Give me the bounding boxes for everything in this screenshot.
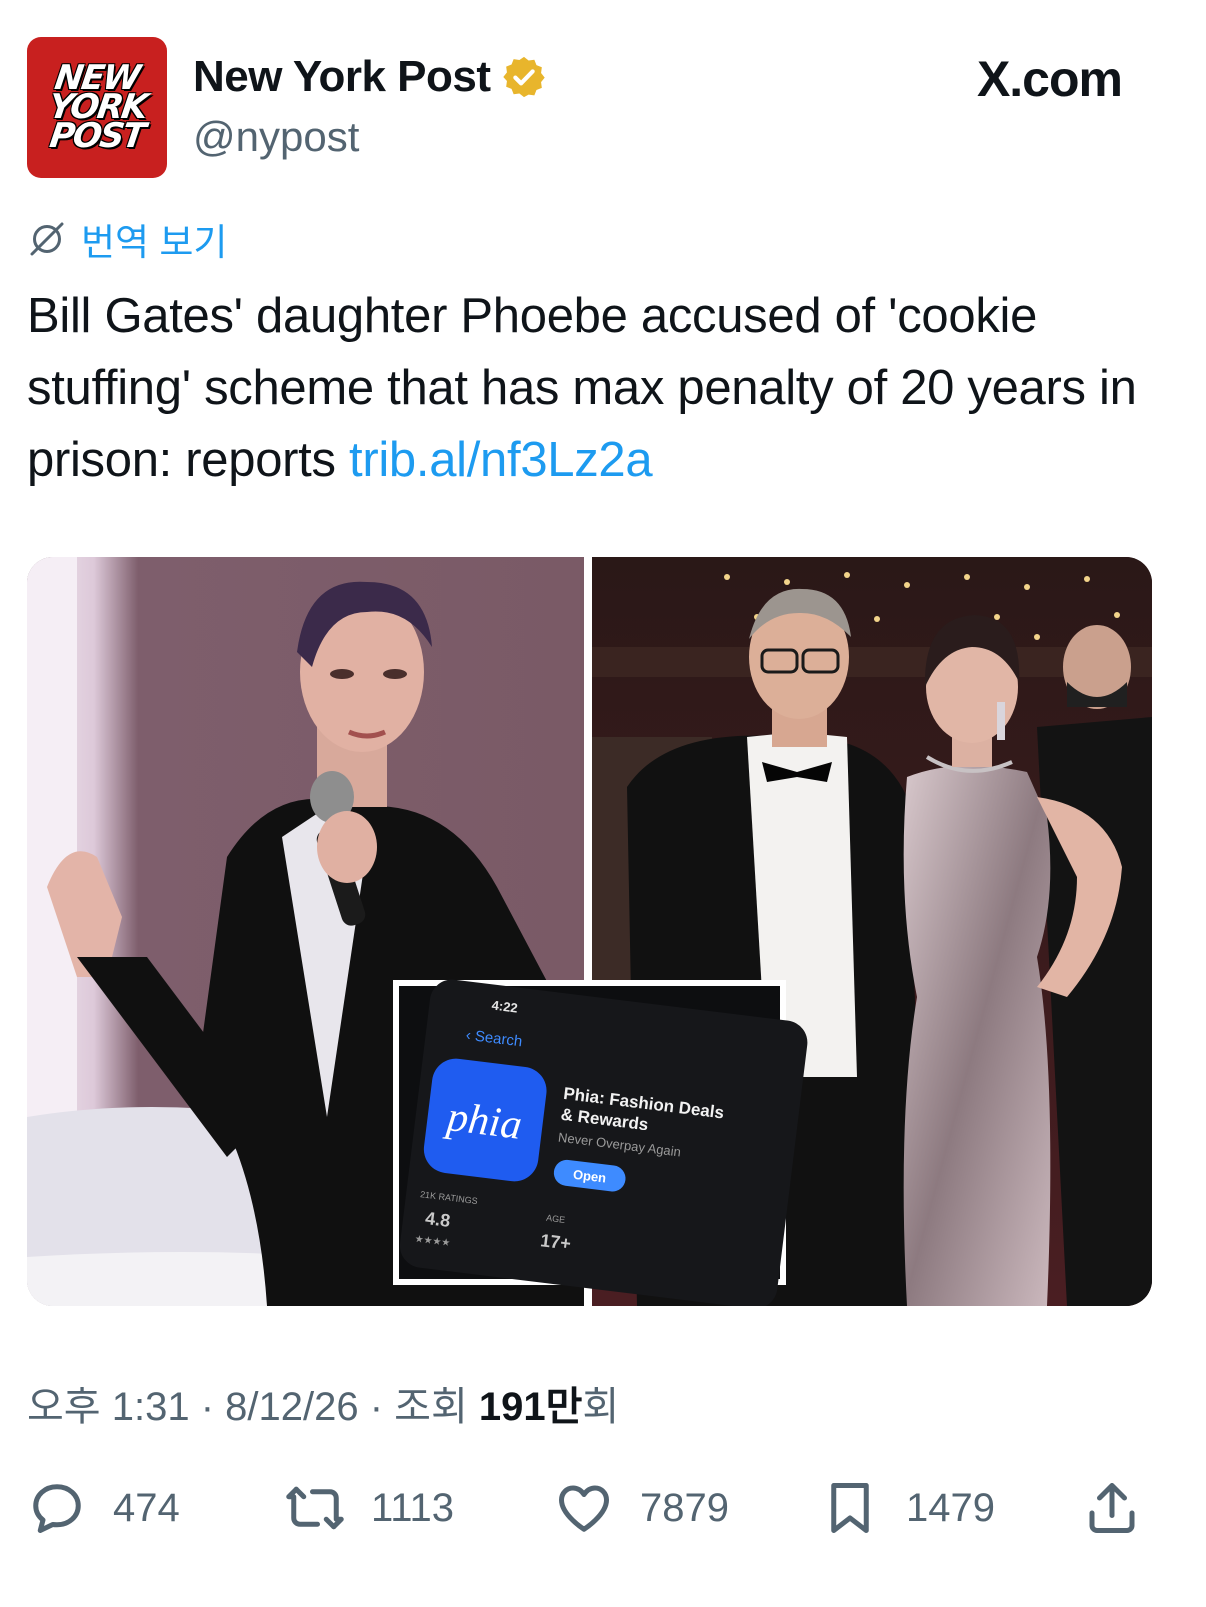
meta-separator: · [358,1385,395,1429]
like-button[interactable]: 7879 [554,1478,729,1538]
tweet-meta: 오후 1:31 · 8/12/26 · 조회 191만회 [27,1374,619,1432]
verified-badge-icon [502,56,545,98]
translate-icon [30,222,64,256]
tweet-text: Bill Gates' daughter Phoebe accused of '… [27,280,1167,496]
tweet-media[interactable]: 4:22 ‹ Search phia Phia: Fashion Deals &… [27,557,1152,1306]
rating-value: 4.8 [424,1208,451,1231]
translate-link[interactable]: 번역 보기 [27,212,227,266]
repost-icon [286,1486,344,1530]
tweet-date[interactable]: 8/12/26 [225,1385,358,1429]
share-button[interactable] [1082,1478,1142,1538]
bookmark-icon [831,1483,869,1533]
action-bar: 474 1113 7879 1479 [27,1478,1152,1538]
nypost-logo[interactable]: NEW YORK POST [27,37,167,178]
account-handle[interactable]: @nypost [193,113,359,161]
reply-button[interactable]: 474 [27,1478,180,1538]
tweet-time[interactable]: 오후 1:31 [27,1385,190,1429]
bookmark-count: 1479 [906,1485,995,1530]
age-value: 17+ [539,1230,572,1254]
reply-count: 474 [113,1485,180,1530]
share-icon [1089,1483,1135,1533]
meta-separator: · [189,1385,226,1429]
inset-status-time: 4:22 [491,998,519,1016]
logo-line-3: POST [47,116,147,156]
like-count: 7879 [640,1485,729,1530]
bookmark-button[interactable]: 1479 [820,1478,995,1538]
repost-button[interactable]: 1113 [285,1478,454,1538]
account-name[interactable]: New York Post [193,52,491,102]
reply-icon [33,1484,81,1533]
app-inset: 4:22 ‹ Search phia Phia: Fashion Deals &… [393,979,808,1306]
views-label: 조회 [394,1385,479,1429]
views-suffix: 회 [582,1385,620,1429]
translate-label: 번역 보기 [81,222,228,263]
account-name-row: New York Post [193,52,547,102]
heart-icon [559,1485,609,1532]
media-collage: 4:22 ‹ Search phia Phia: Fashion Deals &… [27,557,1152,1306]
site-label: X.com [976,51,1123,107]
phia-app-icon-text: phia [442,1094,525,1149]
tweet-link[interactable]: trib.al/nf3Lz2a [349,433,653,487]
views-count: 191만 [478,1385,583,1429]
repost-count: 1113 [371,1485,455,1530]
